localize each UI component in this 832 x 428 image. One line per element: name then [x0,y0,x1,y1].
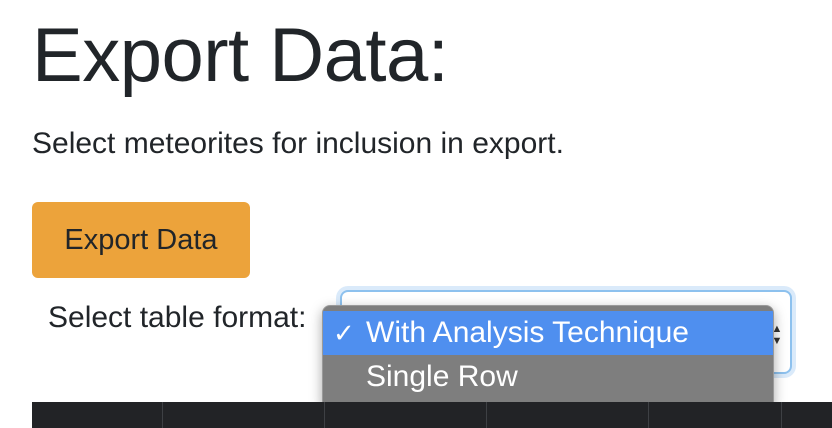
option-single-row[interactable]: Single Row [323,355,773,399]
export-data-button[interactable]: Export Data [32,202,250,278]
table-format-dropdown: ✓ With Analysis Technique Single Row [322,305,774,409]
table-format-label: Select table format: [48,301,307,334]
page-subtitle: Select meteorites for inclusion in expor… [32,127,564,160]
export-page: Export Data: Select meteorites for inclu… [0,0,832,428]
table-header-cell [163,402,325,428]
table-header-cell [325,402,487,428]
table-header-cell [782,402,832,428]
check-icon: ✓ [333,318,355,348]
page-title: Export Data: [32,13,449,98]
table-header-cell [487,402,649,428]
table-header-cell [649,402,782,428]
option-label: With Analysis Technique [366,316,689,349]
table-header-cell [32,402,163,428]
option-with-analysis-technique[interactable]: ✓ With Analysis Technique [323,311,773,355]
data-table-header [32,402,832,428]
option-label: Single Row [366,360,518,393]
